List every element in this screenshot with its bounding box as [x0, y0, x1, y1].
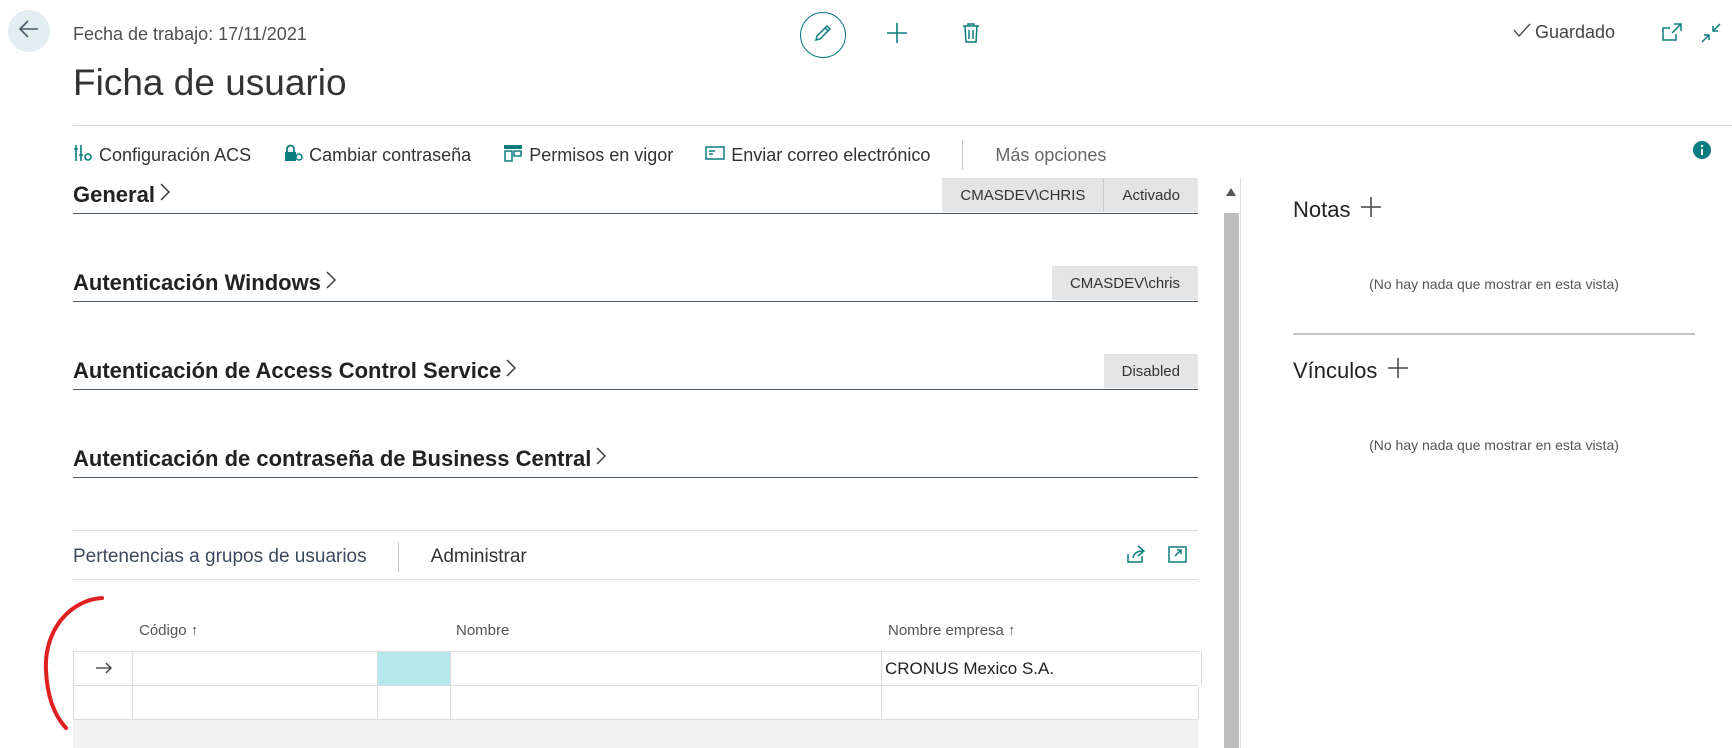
section-general-header[interactable]: General [73, 182, 171, 208]
collapse-icon [1700, 22, 1722, 49]
open-new-window-icon [1661, 22, 1683, 47]
section-underline [73, 476, 1198, 478]
scroll-up-icon[interactable] [1226, 183, 1236, 201]
column-header-name[interactable]: Nombre [456, 622, 509, 639]
summary-acs-status: Disabled [1103, 354, 1198, 388]
edit-button[interactable] [800, 12, 846, 58]
factbox-separator [1293, 333, 1695, 335]
summary-state: Activado [1103, 178, 1198, 212]
cell-lookup[interactable] [377, 652, 450, 685]
manage-button[interactable]: Administrar [431, 546, 527, 568]
action-label: Permisos en vigor [529, 144, 674, 165]
add-link-icon[interactable] [1387, 357, 1409, 385]
cell-code[interactable] [132, 686, 377, 719]
section-acs-auth-header[interactable]: Autenticación de Access Control Service [73, 358, 517, 384]
info-icon [1692, 141, 1712, 164]
part-title[interactable]: Pertenencias a grupos de usuarios [73, 542, 399, 572]
header-divider [73, 125, 1732, 126]
section-bc-password-auth: Autenticación de contraseña de Business … [73, 442, 1198, 478]
section-underline [73, 212, 1198, 214]
chevron-right-icon [159, 182, 171, 208]
cell-company[interactable] [881, 686, 1199, 719]
section-title: Autenticación de contraseña de Business … [73, 446, 592, 471]
add-note-icon[interactable] [1360, 196, 1382, 224]
saved-label: Guardado [1535, 22, 1616, 42]
cell-code[interactable] [132, 652, 377, 685]
cell-name[interactable] [450, 652, 882, 685]
part-header-divider [73, 579, 1198, 580]
notes-title: Notas [1293, 197, 1351, 222]
factbox-divider [1240, 178, 1241, 748]
section-title: Autenticación de Access Control Service [73, 358, 502, 383]
open-new-window-button[interactable] [1661, 22, 1683, 47]
pencil-icon [812, 22, 834, 49]
links-empty-message: (No hay nada que mostrar en esta vista) [1369, 437, 1619, 453]
summary-windows-user: CMASDEV\chris [1051, 266, 1198, 300]
section-title: Autenticación Windows [73, 270, 321, 295]
section-acs-auth: Autenticación de Access Control Service … [73, 354, 1198, 390]
notes-header: Notas [1293, 196, 1382, 224]
cell-name[interactable] [450, 686, 882, 719]
email-icon [705, 145, 725, 166]
section-summary: CMASDEV\CHRIS Activado [942, 178, 1198, 212]
section-summary: CMASDEV\chris [1051, 266, 1198, 300]
delete-button[interactable] [960, 22, 982, 48]
share-icon[interactable] [1125, 544, 1147, 569]
action-send-email[interactable]: Enviar correo electrónico [705, 145, 930, 166]
work-date: Fecha de trabajo: 17/11/2021 [73, 24, 307, 44]
chevron-right-icon [595, 446, 607, 472]
column-header-code[interactable]: Código ↑ [139, 622, 198, 639]
table-row[interactable]: CRONUS Mexico S.A. [73, 651, 1202, 685]
trash-icon [962, 22, 980, 49]
action-label: Configuración ACS [99, 144, 252, 165]
grid-empty-area [73, 720, 1198, 748]
section-bc-password-auth-header[interactable]: Autenticación de contraseña de Business … [73, 446, 607, 472]
collapse-button[interactable] [1700, 22, 1722, 49]
plus-icon [885, 21, 909, 50]
section-underline [73, 388, 1198, 390]
checkmark-icon [1513, 22, 1531, 43]
saved-status: Guardado [1513, 22, 1615, 43]
part-icons [1125, 544, 1189, 569]
notes-empty-message: (No hay nada que mostrar en esta vista) [1369, 276, 1619, 292]
part-divider [73, 530, 1198, 531]
links-header: Vínculos [1293, 357, 1409, 385]
section-underline [73, 300, 1198, 302]
lock-icon [283, 143, 303, 168]
table-row[interactable] [73, 685, 1199, 720]
section-general: General CMASDEV\CHRIS Activado [73, 178, 1198, 214]
annotation-mark [30, 590, 110, 735]
info-button[interactable] [1692, 140, 1712, 165]
part-header: Pertenencias a grupos de usuarios Admini… [73, 540, 527, 574]
top-actions [800, 12, 982, 58]
cell-lookup[interactable] [377, 686, 450, 719]
action-label: Enviar correo electrónico [731, 144, 931, 165]
action-effective-permissions[interactable]: Permisos en vigor [503, 143, 673, 168]
scrollbar-thumb[interactable] [1224, 213, 1239, 748]
back-button[interactable] [8, 10, 50, 52]
column-header-company[interactable]: Nombre empresa ↑ [888, 622, 1016, 639]
cell-company[interactable]: CRONUS Mexico S.A. [881, 652, 1202, 685]
links-title: Vínculos [1293, 358, 1378, 383]
expand-icon[interactable] [1167, 544, 1189, 569]
more-options-button[interactable]: Más opciones [995, 145, 1106, 166]
action-bar: Configuración ACS Cambiar contraseña Per… [73, 140, 1138, 170]
section-summary: Disabled [1103, 354, 1198, 388]
user-groups-grid: CRONUS Mexico S.A. [73, 651, 1202, 720]
page-title: Ficha de usuario [73, 62, 347, 103]
new-button[interactable] [884, 22, 910, 48]
permissions-icon [503, 143, 523, 168]
arrow-left-icon [18, 18, 40, 45]
summary-user-name: CMASDEV\CHRIS [942, 178, 1104, 212]
chevron-right-icon [325, 270, 337, 296]
action-label: Cambiar contraseña [309, 144, 472, 165]
config-icon [73, 143, 93, 168]
section-windows-auth-header[interactable]: Autenticación Windows [73, 270, 337, 296]
action-separator [962, 140, 964, 170]
action-change-password[interactable]: Cambiar contraseña [283, 143, 471, 168]
section-title: General [73, 182, 155, 207]
section-windows-auth: Autenticación Windows CMASDEV\chris [73, 266, 1198, 302]
action-acs-config[interactable]: Configuración ACS [73, 143, 251, 168]
chevron-right-icon [505, 358, 517, 384]
